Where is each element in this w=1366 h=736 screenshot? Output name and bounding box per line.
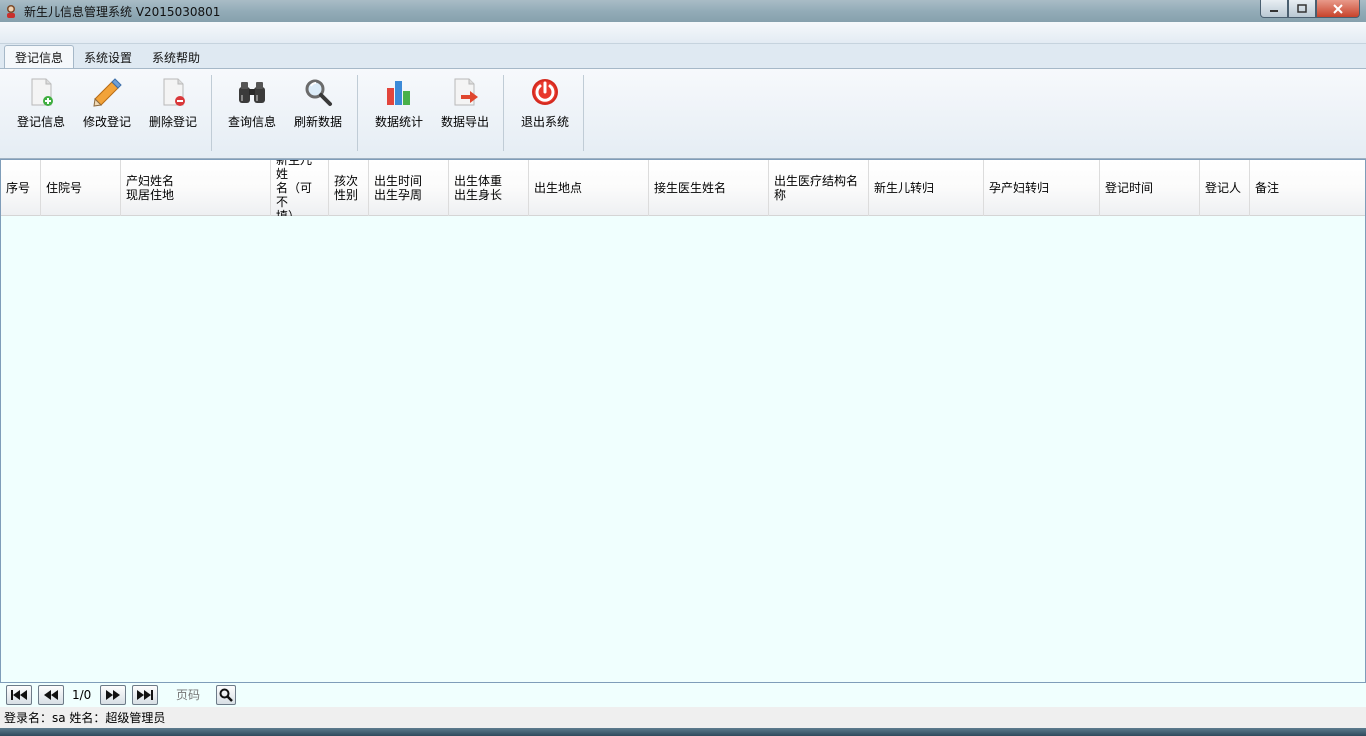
magnifier-icon [305, 79, 332, 106]
column-header-index[interactable]: 序号 [1, 160, 41, 216]
window-title: 新生儿信息管理系统 V2015030801 [24, 4, 221, 19]
column-header-newborn-name[interactable]: 新生儿姓 名（可不 填） [271, 160, 329, 216]
menu-strip [0, 22, 1366, 44]
column-header-doctor-name[interactable]: 接生医生姓名 [649, 160, 769, 216]
ribbon-separator [211, 75, 212, 151]
refresh-button[interactable]: 刷新数据 [285, 73, 351, 133]
close-icon [1333, 3, 1343, 14]
page-number-input[interactable] [166, 686, 210, 704]
column-header-admission-no[interactable]: 住院号 [41, 160, 121, 216]
column-header-registrar[interactable]: 登记人 [1200, 160, 1250, 216]
tab-system-help[interactable]: 系统帮助 [142, 45, 210, 69]
os-taskbar [0, 728, 1366, 736]
fast-forward-icon [106, 690, 120, 700]
status-bar: 登录名：sa 姓名：超级管理员 [0, 707, 1366, 728]
ribbon-toolbar: 登记信息 修改登记 删除登记 查询信息 刷新数据 数据统计 数据导出 退出系统 [0, 68, 1366, 159]
title-bar: 新生儿信息管理系统 V2015030801 [0, 0, 1366, 22]
registration-grid[interactable]: 序号 住院号 产妇姓名 现居住地 新生儿姓 名（可不 填） 孩次 性别 出生时间… [0, 159, 1366, 683]
last-page-button[interactable] [132, 685, 158, 705]
exit-button[interactable]: 退出系统 [512, 73, 578, 133]
column-header-remarks[interactable]: 备注 [1250, 160, 1365, 216]
tab-system-settings[interactable]: 系统设置 [74, 45, 142, 69]
window-controls [1260, 0, 1360, 18]
rewind-icon [44, 690, 58, 700]
ribbon-separator [583, 75, 584, 151]
stats-label: 数据统计 [374, 115, 423, 129]
bar-chart-icon [387, 81, 410, 105]
export-label: 数据导出 [440, 115, 489, 129]
close-button[interactable] [1316, 0, 1360, 18]
register-label: 登记信息 [16, 115, 65, 129]
exit-label: 退出系统 [520, 115, 569, 129]
next-page-button[interactable] [100, 685, 126, 705]
refresh-label: 刷新数据 [293, 115, 342, 129]
last-page-icon [137, 690, 153, 700]
column-header-newborn-outcome[interactable]: 新生儿转归 [869, 160, 984, 216]
minimize-icon [1270, 9, 1278, 12]
app-icon [7, 5, 15, 18]
page-indicator: 1/0 [72, 688, 92, 702]
delete-register-button[interactable]: 删除登记 [140, 73, 206, 133]
ribbon-separator [357, 75, 358, 151]
delete-document-icon [163, 78, 185, 106]
delete-register-label: 删除登记 [148, 115, 197, 129]
stats-button[interactable]: 数据统计 [366, 73, 432, 133]
pencil-icon [93, 78, 122, 107]
maximize-icon [1297, 4, 1307, 13]
previous-page-button[interactable] [38, 685, 64, 705]
binoculars-icon [239, 82, 265, 103]
query-label: 查询信息 [227, 115, 276, 129]
column-header-birth-order-gender[interactable]: 孩次 性别 [329, 160, 369, 216]
tab-register-info[interactable]: 登记信息 [4, 45, 75, 69]
group-query: 查询信息 刷新数据 [219, 73, 351, 151]
first-page-icon [11, 690, 27, 700]
go-to-page-button[interactable] [216, 685, 236, 705]
pager: 1/0 [0, 683, 1366, 707]
column-header-birth-place[interactable]: 出生地点 [529, 160, 649, 216]
maximize-button[interactable] [1288, 0, 1316, 18]
column-header-birth-time-week[interactable]: 出生时间 出生孕周 [369, 160, 449, 216]
column-header-mother-name-residence[interactable]: 产妇姓名 现居住地 [121, 160, 271, 216]
grid-header: 序号 住院号 产妇姓名 现居住地 新生儿姓 名（可不 填） 孩次 性别 出生时间… [1, 160, 1365, 216]
search-icon [219, 688, 233, 702]
login-info: 登录名：sa 姓名：超级管理员 [4, 711, 166, 725]
minimize-button[interactable] [1260, 0, 1288, 18]
group-registration: 登记信息 修改登记 删除登记 [8, 73, 206, 151]
column-header-weight-length[interactable]: 出生体重 出生身长 [449, 160, 529, 216]
query-button[interactable]: 查询信息 [219, 73, 285, 133]
ribbon-separator [503, 75, 504, 151]
power-icon [532, 79, 558, 105]
edit-register-button[interactable]: 修改登记 [74, 73, 140, 133]
group-data: 数据统计 数据导出 [366, 73, 498, 151]
export-button[interactable]: 数据导出 [432, 73, 498, 133]
export-icon [454, 78, 478, 106]
first-page-button[interactable] [6, 685, 32, 705]
column-header-register-time[interactable]: 登记时间 [1100, 160, 1200, 216]
column-header-institution[interactable]: 出生医疗结构名 称 [769, 160, 869, 216]
group-exit: 退出系统 [512, 73, 578, 151]
ribbon-tabs: 登记信息 系统设置 系统帮助 [0, 44, 1366, 69]
new-document-icon [31, 78, 53, 106]
register-button[interactable]: 登记信息 [8, 73, 74, 133]
edit-register-label: 修改登记 [82, 115, 131, 129]
column-header-mother-outcome[interactable]: 孕产妇转归 [984, 160, 1100, 216]
